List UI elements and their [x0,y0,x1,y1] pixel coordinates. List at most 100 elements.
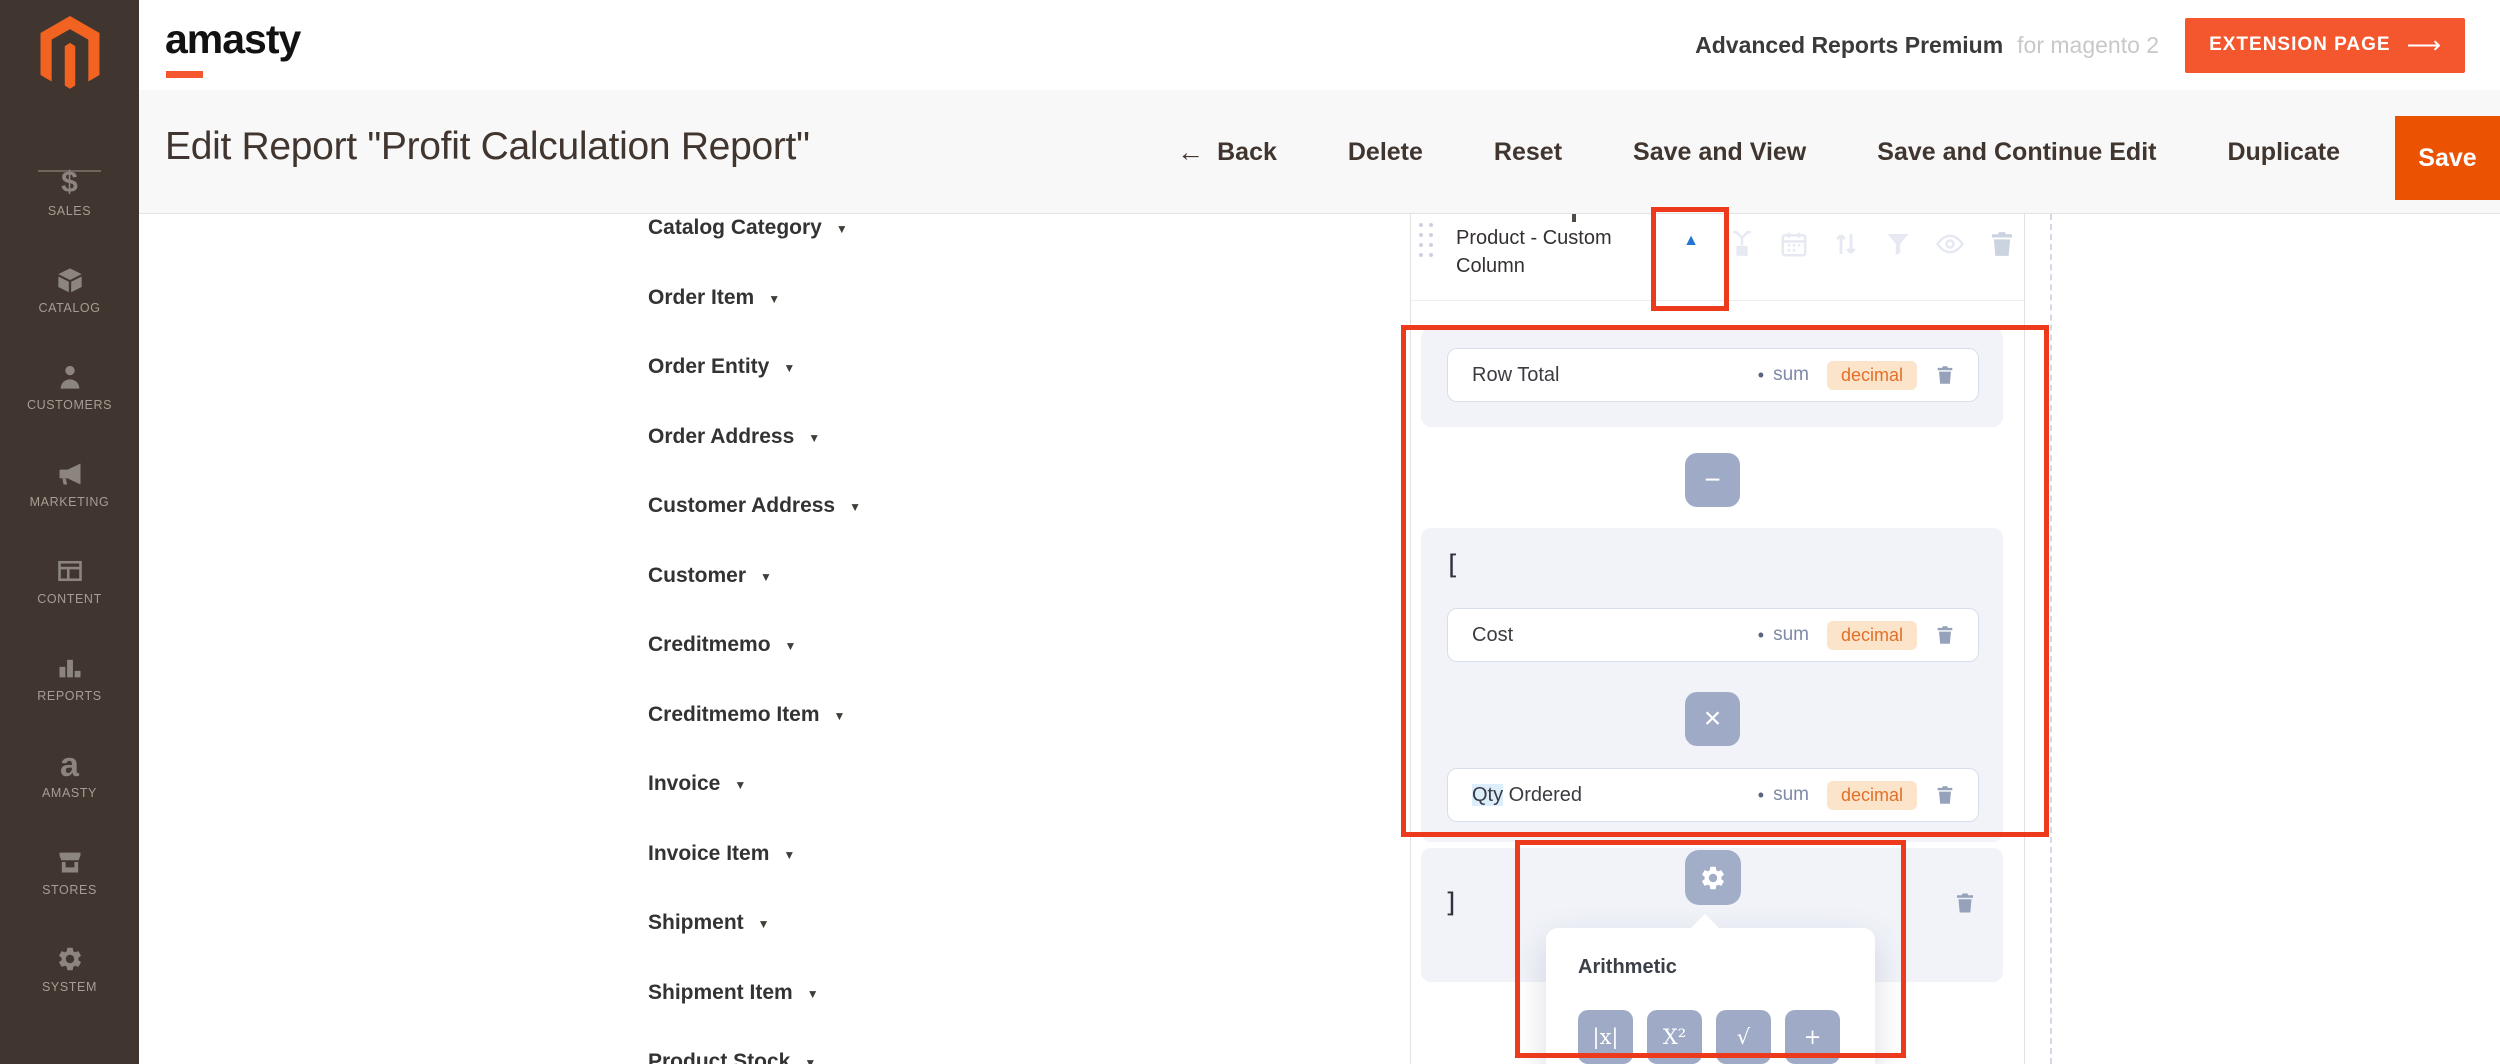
amasty-logo[interactable]: amasty [165,14,300,64]
bullet-icon: • [1758,625,1764,646]
trash-icon[interactable] [1934,783,1956,807]
collapse-arrow-up-icon[interactable] [1671,226,1711,256]
calendar-icon[interactable] [1779,229,1809,259]
field-card-qty-ordered[interactable]: Qty Ordered • sum decimal [1447,768,1979,822]
entity-item-catalog-category[interactable]: Catalog Category [648,215,861,241]
sidebar-item-amasty[interactable]: a AMASTY [0,742,139,839]
reset-button[interactable]: Reset [1494,138,1562,167]
extension-page-button[interactable]: EXTENSION PAGE [2185,18,2465,73]
chevron-down-icon [758,909,770,937]
megaphone-icon [56,458,84,490]
box-icon [56,264,84,296]
trash-icon[interactable] [1987,229,2017,259]
trash-icon[interactable] [1934,363,1956,387]
sidebar-item-marketing[interactable]: MARKETING [0,451,139,548]
column-title: Product - Custom Column [1456,224,1651,280]
sidebar-item-stores[interactable]: STORES [0,839,139,936]
trash-icon[interactable] [1953,890,1977,916]
eye-icon[interactable] [1935,229,1965,259]
entity-item-order-address[interactable]: Order Address [648,424,861,450]
entity-item-creditmemo[interactable]: Creditmemo [648,632,861,658]
entity-item-shipment-item[interactable]: Shipment Item [648,980,861,1006]
column-header-divider [1411,300,2024,301]
field-card-row-total[interactable]: Row Total • sum decimal [1447,348,1979,402]
entity-item-order-item[interactable]: Order Item [648,285,861,311]
entity-item-customer-address[interactable]: Customer Address [648,493,861,519]
magento-logo-icon[interactable] [37,16,103,88]
multiply-operator-button[interactable]: × [1685,692,1740,746]
expression-group-bracketed: [ Cost • sum decimal × Qty Ordered [1421,528,2003,842]
filter-icon[interactable] [1883,229,1913,259]
dollar-icon: $ [61,167,78,199]
sidebar-item-label: CATALOG [38,301,100,315]
save-and-continue-edit-button[interactable]: Save and Continue Edit [1877,138,2156,167]
entity-item-order-entity[interactable]: Order Entity [648,354,861,380]
plus-button[interactable]: + [1785,1010,1840,1064]
chevron-down-icon [783,353,795,381]
entity-item-invoice[interactable]: Invoice [648,771,861,797]
sidebar-item-system[interactable]: SYSTEM [0,936,139,1033]
duplicate-button[interactable]: Duplicate [2227,138,2340,167]
bar-chart-icon [56,652,84,684]
field-card-cost[interactable]: Cost • sum decimal [1447,608,1979,662]
sort-icon[interactable] [1831,229,1861,259]
content-area: Catalog Category Order Item Order Entity… [139,214,2500,1064]
split-icon[interactable] [1727,229,1757,259]
action-buttons: Back Delete Reset Save and View Save and… [1177,90,2340,214]
amasty-a-icon: a [60,749,79,781]
sidebar-item-catalog[interactable]: CATALOG [0,257,139,354]
sidebar-nav: $ SALES CATALOG CUSTOMERS MARKETING [0,160,139,1033]
arithmetic-popup: Arithmetic |x| X² √ + [1546,928,1875,1064]
bullet-icon: • [1758,365,1764,386]
aggregation-label: sum [1773,784,1809,806]
add-operator-gear-button[interactable] [1685,850,1741,905]
chevron-down-icon [834,701,846,729]
column-header-row: Product - Custom Column [1411,214,2024,300]
product-name: Advanced Reports Premium [1695,32,2003,59]
chevron-down-icon [734,770,746,798]
sidebar-item-label: REPORTS [37,689,101,703]
entity-item-invoice-item[interactable]: Invoice Item [648,841,861,867]
entity-item-customer[interactable]: Customer [648,563,861,589]
sidebar-item-sales[interactable]: $ SALES [0,160,139,257]
sidebar-item-label: SALES [48,204,91,218]
type-badge: decimal [1827,781,1917,810]
popup-pointer [1691,914,1719,928]
sidebar-item-label: AMASTY [42,786,97,800]
save-button[interactable]: Save [2395,116,2500,200]
chevron-down-icon [783,840,795,868]
sidebar-item-content[interactable]: CONTENT [0,548,139,645]
drag-handle-icon[interactable] [1419,223,1435,265]
gear-icon [1699,864,1727,892]
sidebar-item-reports[interactable]: REPORTS [0,645,139,742]
entity-item-creditmemo-item[interactable]: Creditmemo Item [648,702,861,728]
close-bracket: ] [1445,888,1456,919]
entity-item-product-stock[interactable]: Product Stock [648,1049,861,1064]
arithmetic-buttons: |x| X² √ + [1578,1010,1840,1064]
back-button[interactable]: Back [1177,137,1277,168]
trash-icon[interactable] [1934,623,1956,647]
open-bracket: [ [1448,550,1459,581]
product-suffix: for magento 2 [2017,32,2159,59]
save-and-view-button[interactable]: Save and View [1633,138,1806,167]
sidebar-item-label: SYSTEM [42,980,97,994]
selected-text: Qty [1472,784,1503,806]
header-right: Advanced Reports Premium for magento 2 E… [1695,0,2465,90]
square-button[interactable]: X² [1647,1010,1702,1064]
sqrt-button[interactable]: √ [1716,1010,1771,1064]
app-root: $ SALES CATALOG CUSTOMERS MARKETING [0,0,2500,1064]
sidebar-item-label: STORES [42,883,97,897]
top-header: amasty Advanced Reports Premium for mage… [139,0,2500,90]
sidebar-item-customers[interactable]: CUSTOMERS [0,354,139,451]
title-bar: Edit Report "Profit Calculation Report" … [139,90,2500,214]
person-icon [56,361,84,393]
entity-item-shipment[interactable]: Shipment [648,910,861,936]
abs-button[interactable]: |x| [1578,1010,1633,1064]
back-arrow-icon [1177,137,1217,168]
arrow-right-icon [2407,31,2441,60]
delete-button[interactable]: Delete [1348,138,1423,167]
sidebar-item-label: MARKETING [30,495,110,509]
type-badge: decimal [1827,361,1917,390]
entity-list: Catalog Category Order Item Order Entity… [648,215,861,1064]
minus-operator-button[interactable]: − [1685,453,1740,507]
